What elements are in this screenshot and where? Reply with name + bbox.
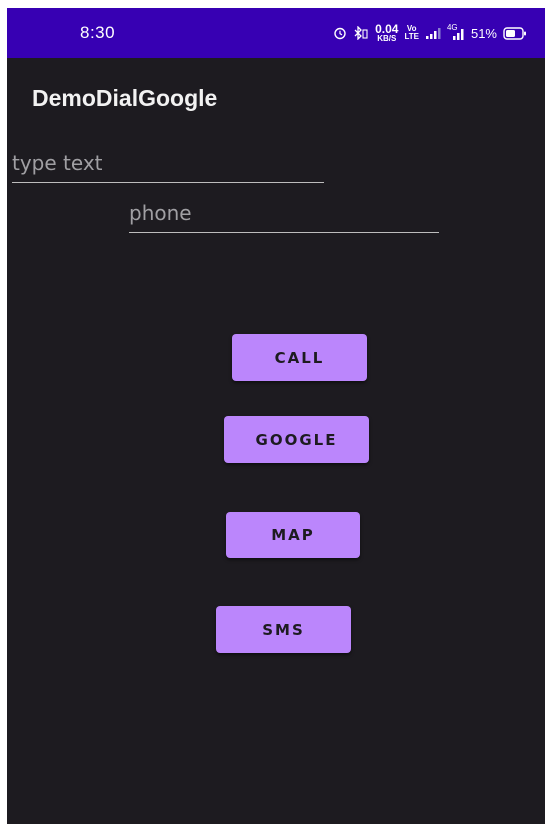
- net-speed-value: 0.04: [375, 21, 399, 36]
- bluetooth-icon: [353, 26, 369, 40]
- signal-icon: [425, 27, 441, 39]
- net-speed-unit: KB/S: [377, 33, 397, 43]
- battery-icon: [503, 26, 527, 40]
- sms-button[interactable]: SMS: [216, 606, 351, 653]
- phone-screen: 8:30 0.04 KB/S Vo LTE 4G 51% DemoDialGoo…: [7, 8, 545, 824]
- map-button[interactable]: MAP: [226, 512, 360, 558]
- battery-percent: 51%: [470, 25, 497, 41]
- net-speed: 0.04 KB/S: [375, 21, 399, 43]
- 4g-signal-icon: 4G: [446, 23, 465, 40]
- google-button[interactable]: GOOGLE: [224, 416, 369, 463]
- text-input[interactable]: [12, 148, 324, 183]
- status-time: 8:30: [80, 23, 116, 42]
- status-icons: 0.04 KB/S Vo LTE 4G 51%: [333, 22, 527, 44]
- alarm-icon: [333, 26, 347, 40]
- app-title: DemoDialGoogle: [32, 85, 218, 111]
- volte-bottom: LTE: [404, 32, 419, 41]
- status-bar: 8:30 0.04 KB/S Vo LTE 4G 51%: [7, 8, 545, 58]
- phone-input[interactable]: [129, 198, 439, 233]
- volte-icon: Vo LTE: [404, 25, 419, 41]
- network-type: 4G: [446, 23, 458, 32]
- call-button[interactable]: CALL: [232, 334, 367, 381]
